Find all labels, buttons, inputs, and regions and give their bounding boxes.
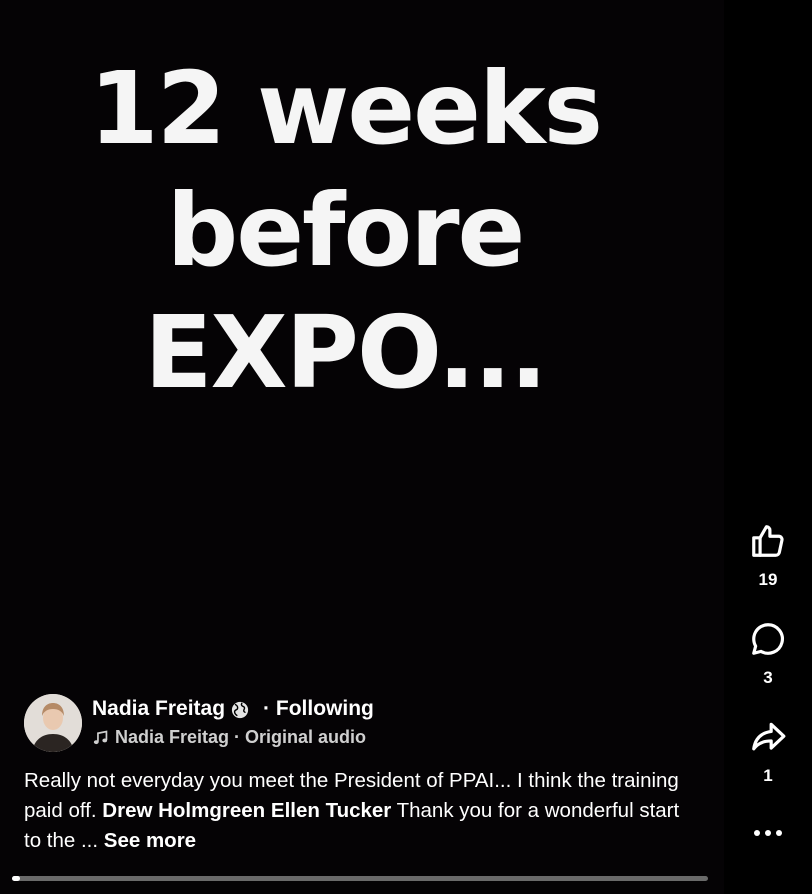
author-name[interactable]: Nadia Freitag xyxy=(92,696,225,722)
see-more-link[interactable]: See more xyxy=(104,829,196,852)
overlay-line: 12 weeks xyxy=(88,50,603,167)
share-arrow-icon xyxy=(749,718,787,756)
video-progress-fill xyxy=(12,876,21,881)
comment-button[interactable]: 3 xyxy=(724,620,812,688)
audio-link[interactable]: Nadia Freitag · Original audio xyxy=(92,726,374,748)
like-button[interactable]: 19 xyxy=(724,522,812,590)
thumbs-up-icon xyxy=(749,522,787,560)
music-note-icon xyxy=(92,729,109,746)
share-count: 1 xyxy=(763,766,773,785)
like-count: 19 xyxy=(758,570,778,589)
post-caption: Really not everyday you meet the Preside… xyxy=(24,766,684,856)
share-button[interactable]: 1 xyxy=(724,718,812,786)
video-player[interactable]: 12 weeks before EXPO... xyxy=(0,0,724,894)
author-block: Nadia Freitag · Following Nadia Freitag … xyxy=(24,694,374,752)
globe-icon xyxy=(231,700,249,719)
tagged-user-link[interactable]: Ellen Tucker xyxy=(271,799,391,822)
comment-bubble-icon xyxy=(749,620,787,658)
following-status[interactable]: · Following xyxy=(263,696,374,722)
avatar[interactable] xyxy=(24,694,82,752)
action-rail: 19 3 1 xyxy=(724,0,812,894)
more-dots-icon xyxy=(754,830,782,836)
reel-viewer: 12 weeks before EXPO... 19 3 1 Nadia Fre… xyxy=(0,0,812,894)
comment-count: 3 xyxy=(763,668,773,687)
overlay-line: before xyxy=(166,172,526,289)
video-overlay-text: 12 weeks before EXPO... xyxy=(0,48,690,414)
video-progress-bar[interactable] xyxy=(12,876,708,881)
overlay-line: EXPO... xyxy=(144,294,547,411)
tagged-user-link[interactable]: Drew Holmgreen xyxy=(102,799,265,822)
audio-label: Nadia Freitag · Original audio xyxy=(115,727,367,747)
more-options-button[interactable] xyxy=(724,818,812,848)
